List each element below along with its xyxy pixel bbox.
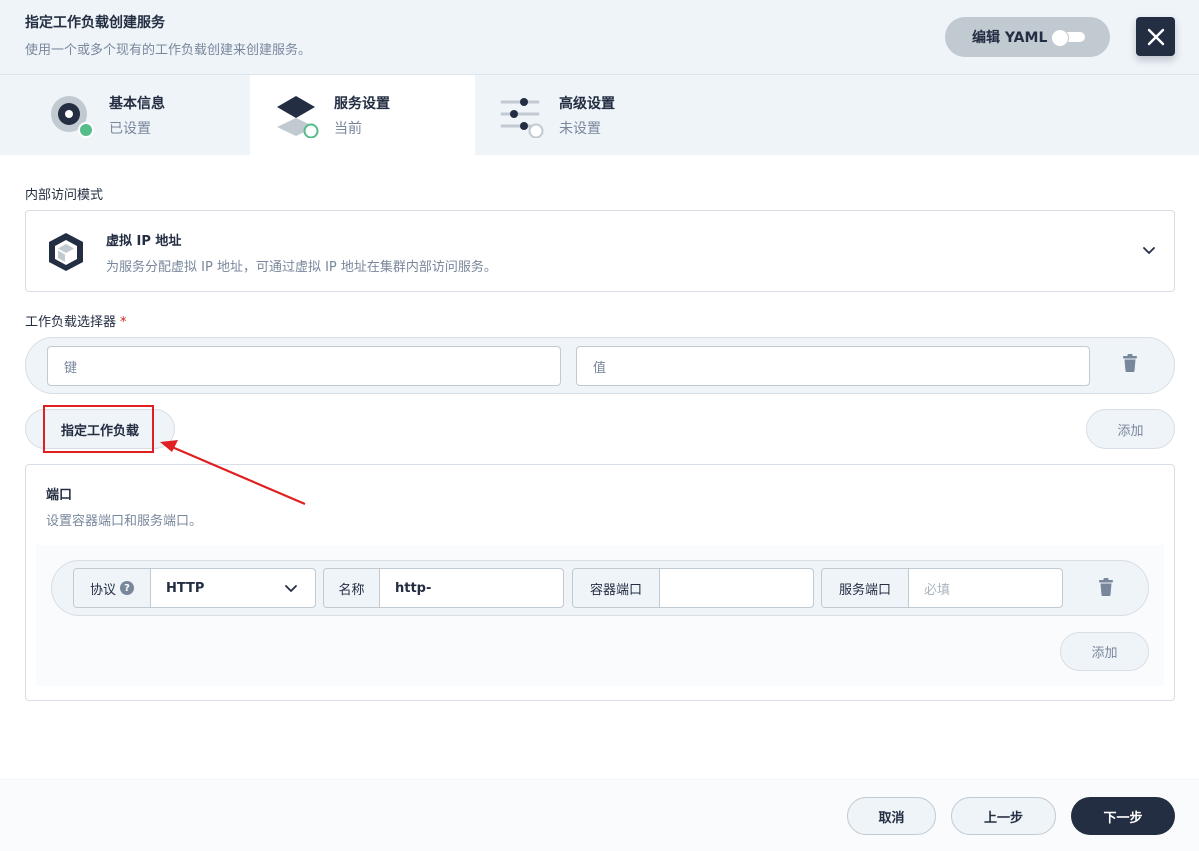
- service-port-label: 服务端口: [822, 569, 909, 607]
- layers-icon: [277, 96, 319, 138]
- service-port-input[interactable]: 服务端口 必填: [821, 568, 1063, 608]
- modal-title: 指定工作负载创建服务: [25, 15, 165, 31]
- sliders-icon: [500, 98, 544, 138]
- step-title: 基本信息: [109, 96, 165, 112]
- disc-icon: [51, 96, 94, 138]
- step-title: 服务设置: [334, 96, 390, 112]
- ports-list: 协议 ? HTTP 名称 http- 容器端口 服务端口 必填 添加: [36, 545, 1164, 686]
- step-basic-info[interactable]: 基本信息 已设置: [0, 75, 225, 155]
- step-tabs: 基本信息 已设置 服务设置 当前 高级设置 未设置: [0, 75, 1199, 155]
- access-mode-title: 虚拟 IP 地址: [106, 234, 182, 249]
- step-status: 已设置: [109, 121, 151, 137]
- container-port-label: 容器端口: [573, 569, 660, 607]
- annotation-highlight-box: [43, 405, 154, 453]
- step-status: 当前: [334, 121, 362, 137]
- step-status: 未设置: [559, 121, 601, 137]
- previous-button[interactable]: 上一步: [951, 797, 1056, 835]
- chevron-down-icon: [1143, 247, 1155, 254]
- access-mode-select[interactable]: 虚拟 IP 地址 为服务分配虚拟 IP 地址，可通过虚拟 IP 地址在集群内部访…: [25, 210, 1175, 292]
- workload-selector-label: 工作负载选择器 *: [25, 315, 127, 330]
- service-port-placeholder: 必填: [924, 582, 951, 598]
- protocol-addon: 协议 ?: [74, 569, 151, 607]
- selector-key-input[interactable]: 键: [47, 346, 561, 386]
- container-port-input[interactable]: 容器端口: [572, 568, 814, 608]
- edit-yaml-toggle[interactable]: 编辑 YAML: [945, 17, 1110, 57]
- access-mode-label: 内部访问模式: [25, 188, 104, 203]
- required-mark: *: [120, 315, 127, 330]
- modal-footer: 取消 上一步 下一步: [0, 779, 1199, 851]
- access-mode-description: 为服务分配虚拟 IP 地址，可通过虚拟 IP 地址在集群内部访问服务。: [106, 260, 497, 275]
- ports-title: 端口: [46, 488, 73, 503]
- name-label: 名称: [324, 569, 380, 607]
- ports-description: 设置容器端口和服务端口。: [46, 514, 203, 529]
- protocol-select[interactable]: 协议 ? HTTP: [73, 568, 316, 608]
- step-advanced-settings[interactable]: 高级设置 未设置: [475, 75, 700, 155]
- modal-header: 指定工作负载创建服务 使用一个或多个现有的工作负载创建来创建服务。 编辑 YAM…: [0, 0, 1199, 75]
- add-port-button[interactable]: 添加: [1060, 632, 1149, 671]
- container-port-value: [660, 569, 813, 607]
- trash-icon[interactable]: [1099, 578, 1113, 596]
- step-service-settings[interactable]: 服务设置 当前: [250, 75, 475, 155]
- next-button[interactable]: 下一步: [1071, 797, 1175, 835]
- help-icon[interactable]: ?: [120, 581, 134, 595]
- port-row: 协议 ? HTTP 名称 http- 容器端口 服务端口 必填: [51, 560, 1149, 616]
- modal-description: 使用一个或多个现有的工作负载创建来创建服务。: [25, 43, 312, 58]
- edit-yaml-label: 编辑 YAML: [972, 30, 1048, 46]
- chevron-down-icon: [285, 585, 297, 592]
- name-value: http-: [395, 580, 432, 596]
- add-selector-button[interactable]: 添加: [1086, 409, 1175, 449]
- cube-icon: [49, 233, 83, 271]
- trash-icon[interactable]: [1123, 354, 1137, 372]
- label-selector-row: 键 值: [25, 337, 1175, 394]
- close-icon: [1147, 28, 1164, 45]
- close-button[interactable]: [1136, 17, 1175, 56]
- ports-section: 端口 设置容器端口和服务端口。 协议 ? HTTP 名称 http- 容器端口: [25, 464, 1175, 701]
- step-title: 高级设置: [559, 96, 615, 112]
- port-name-input[interactable]: 名称 http-: [323, 568, 564, 608]
- selector-value-input[interactable]: 值: [576, 346, 1090, 386]
- cancel-button[interactable]: 取消: [847, 797, 936, 835]
- toggle-switch-icon: [1051, 29, 1085, 47]
- protocol-label: 协议: [89, 582, 116, 598]
